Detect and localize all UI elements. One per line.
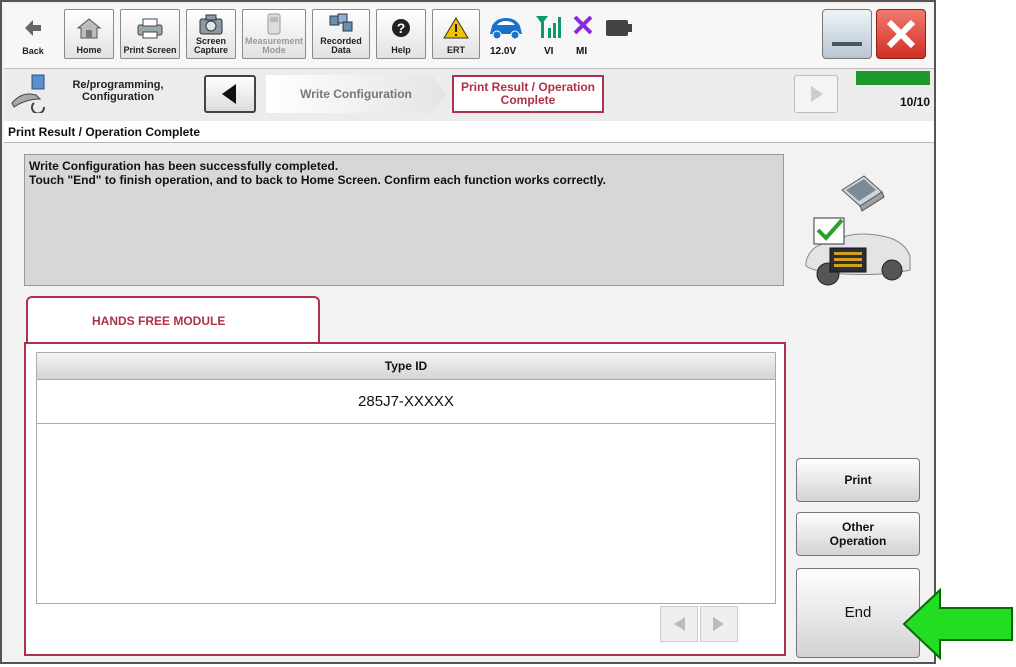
mi-label: MI	[576, 46, 588, 57]
help-icon: ?	[377, 10, 425, 46]
other-operation-label: Other Operation	[829, 520, 887, 548]
mi-disconnected-icon	[570, 12, 596, 40]
home-label: Home	[76, 45, 102, 55]
recorded-data-label: Recorded Data	[320, 36, 362, 55]
measurement-mode-button[interactable]: Measurement Mode	[242, 9, 306, 59]
message-line-1: Write Configuration has been successfull…	[29, 159, 339, 173]
car-status-icon	[486, 12, 526, 42]
svg-text:?: ?	[397, 20, 406, 36]
printer-icon	[121, 10, 179, 46]
vi-label: VI	[544, 46, 554, 57]
ert-button[interactable]: ERT	[432, 9, 480, 59]
page-left-arrow-icon	[674, 617, 685, 631]
camera-icon	[187, 10, 235, 37]
print-screen-label: Print Screen	[123, 45, 177, 55]
minimize-button[interactable]	[822, 9, 872, 59]
help-label: Help	[391, 45, 411, 55]
step-navigation: Re/programming, Configuration Write Conf…	[4, 68, 934, 122]
signal-icon	[534, 12, 564, 42]
right-arrow-icon	[811, 86, 823, 102]
table-empty-area	[36, 424, 776, 604]
car-laptop-check-icon	[804, 170, 914, 294]
message-box: Write Configuration has been successfull…	[24, 154, 784, 286]
callout-arrow-icon	[900, 586, 1016, 662]
progress-bar	[856, 71, 930, 85]
print-screen-button[interactable]: Print Screen	[120, 9, 180, 59]
result-panel: Type ID 285J7-XXXXX	[24, 342, 786, 656]
close-button[interactable]	[876, 9, 926, 59]
reprogramming-icon	[10, 73, 50, 115]
recorded-data-icon	[313, 10, 369, 37]
left-arrow-icon	[222, 84, 236, 104]
page-prev-button[interactable]	[660, 606, 698, 642]
home-button[interactable]: Home	[64, 9, 114, 59]
table-row: 285J7-XXXXX	[36, 380, 776, 424]
page-next-button[interactable]	[700, 606, 738, 642]
print-button[interactable]: Print	[796, 458, 920, 502]
close-icon	[886, 19, 916, 49]
back-arrow-icon	[8, 9, 58, 47]
toolbar: Back Home Print Screen Screen Capture Me…	[4, 4, 934, 68]
recorded-data-button[interactable]: Recorded Data	[312, 9, 370, 59]
help-button[interactable]: ? Help	[376, 9, 426, 59]
ert-label: ERT	[447, 45, 465, 55]
back-label: Back	[22, 46, 44, 56]
message-line-2: Touch "End" to finish operation, and to …	[29, 173, 607, 187]
previous-step-button[interactable]	[204, 75, 256, 113]
next-step-button[interactable]	[794, 75, 838, 113]
mode-label: Re/programming, Configuration	[72, 79, 164, 103]
screen-capture-label: Screen Capture	[193, 36, 228, 55]
page-title: Print Result / Operation Complete	[4, 121, 934, 143]
screen-capture-button[interactable]: Screen Capture	[186, 9, 236, 59]
voltage-label: 12.0V	[490, 46, 517, 57]
page-right-arrow-icon	[713, 617, 724, 631]
progress-label: 10/10	[899, 95, 930, 109]
step-current: Print Result / Operation Complete	[452, 75, 604, 113]
step-write-configuration: Write Configuration	[266, 75, 446, 113]
other-operation-button[interactable]: Other Operation	[796, 512, 920, 556]
meter-icon	[243, 10, 305, 37]
minimize-icon	[832, 42, 862, 46]
measurement-mode-label: Measurement Mode	[244, 36, 304, 55]
battery-icon	[606, 20, 632, 36]
column-header-type-id: Type ID	[36, 352, 776, 380]
type-id-value: 285J7-XXXXX	[358, 393, 454, 410]
tab-hands-free-module[interactable]: HANDS FREE MODULE	[26, 296, 320, 344]
warning-icon	[433, 10, 479, 46]
home-icon	[65, 10, 113, 46]
app-window: Back Home Print Screen Screen Capture Me…	[0, 0, 936, 664]
progress-fill	[856, 71, 930, 85]
back-button[interactable]: Back	[8, 9, 58, 59]
tab-label: HANDS FREE MODULE	[92, 314, 226, 328]
